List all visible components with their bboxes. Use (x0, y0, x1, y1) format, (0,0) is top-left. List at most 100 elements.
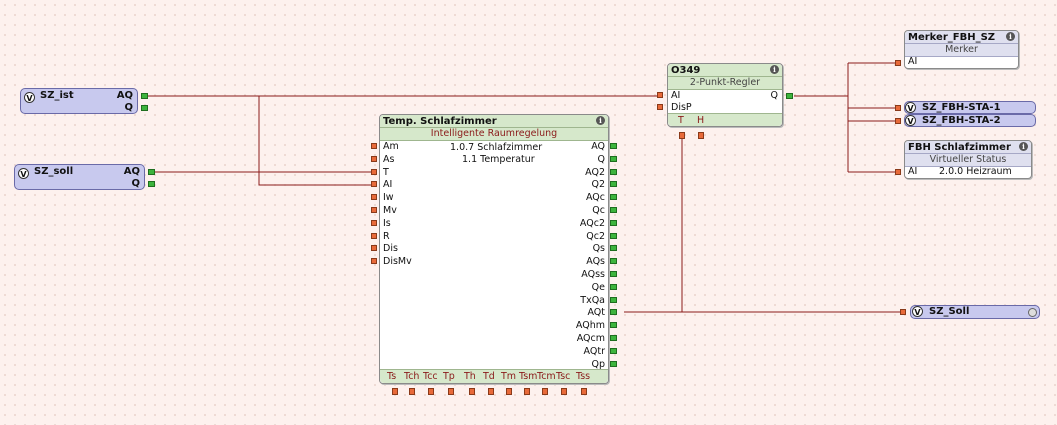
bottom-label: Th (464, 371, 476, 382)
input-label: R (383, 230, 390, 242)
output-label: TxQa (580, 294, 605, 306)
input-pin[interactable] (371, 219, 377, 226)
output-label: Qc (592, 205, 605, 216)
connector-label: SZ_FBH-STA-1 (922, 102, 1001, 113)
output-label: Qe (591, 281, 605, 293)
bottom-pin[interactable] (428, 388, 434, 395)
input-pin-disp[interactable] (657, 104, 663, 110)
output-pin[interactable] (610, 219, 617, 226)
output-pin[interactable] (610, 181, 617, 188)
input-pin[interactable] (900, 309, 906, 315)
input-pin[interactable] (371, 168, 377, 175)
block-merker[interactable]: Merker_FBH_SZ i Merker AI (904, 30, 1019, 69)
output-pin[interactable] (610, 232, 617, 239)
output-pin[interactable] (610, 335, 617, 341)
output-pin[interactable] (610, 207, 617, 213)
output-label: AQ2 (585, 166, 605, 178)
input-label-ai: AI (908, 166, 918, 177)
block-title: Temp. Schlafzimmer (380, 115, 608, 128)
input-pin[interactable] (371, 207, 377, 213)
connector-sta-1[interactable]: V SZ_FBH-STA-1 (904, 101, 1036, 114)
connector-sz-soll[interactable]: V SZ_soll AQ Q (14, 164, 145, 190)
input-pin-ai[interactable] (895, 169, 901, 175)
connector-label: SZ_FBH-STA-2 (922, 115, 1001, 126)
connector-sz-soll-out[interactable]: V SZ_Soll (910, 305, 1040, 319)
block-title: O349 (668, 64, 782, 77)
connector-label: SZ_Soll (929, 306, 970, 317)
input-pin[interactable] (371, 155, 377, 162)
bottom-label: Tcc (423, 371, 438, 382)
input-label: As (383, 153, 395, 165)
input-pin[interactable] (895, 118, 901, 124)
output-pin[interactable] (610, 347, 617, 354)
output-pin[interactable] (610, 168, 617, 175)
bottom-pin-h[interactable] (698, 132, 704, 139)
output-label-q: Q (124, 102, 133, 113)
output-pin-aq[interactable] (141, 93, 148, 99)
bottom-label: Tch (404, 371, 420, 382)
bottom-label: Tcm (537, 371, 556, 382)
input-label: Is (383, 217, 391, 229)
bottom-pin[interactable] (524, 388, 530, 395)
output-pin-q[interactable] (786, 93, 793, 99)
block-fbh-schlafzimmer[interactable]: FBH Schlafzimmer i Virtueller Status AI … (904, 140, 1032, 179)
input-label: DisMv (383, 256, 412, 268)
block-line-2: 1.1 Temperatur (462, 154, 535, 165)
input-pin[interactable] (371, 143, 377, 149)
block-temp-schlafzimmer[interactable]: Temp. Schlafzimmer i Intelligente Raumre… (379, 114, 609, 384)
output-pin[interactable] (610, 258, 617, 265)
input-pin[interactable] (371, 194, 377, 201)
output-label-aq: AQ (123, 166, 140, 177)
v-badge: V (905, 115, 916, 126)
bottom-pin[interactable] (392, 388, 398, 395)
output-pin[interactable] (610, 143, 617, 149)
input-pin-ai[interactable] (657, 92, 663, 98)
bottom-pin[interactable] (448, 388, 454, 395)
block-2-punkt-regler[interactable]: O349 i 2-Punkt-Regler AI DisP Q T H (667, 63, 783, 127)
bottom-label: Td (483, 371, 495, 382)
output-pin-q[interactable] (148, 181, 155, 187)
output-pin-q[interactable] (141, 105, 148, 111)
output-pin[interactable] (610, 283, 617, 290)
output-label: Qc2 (586, 230, 605, 242)
bottom-pin[interactable] (542, 388, 548, 395)
bottom-pin[interactable] (561, 388, 567, 395)
connector-label: SZ_ist (40, 90, 74, 101)
input-pin[interactable] (371, 258, 377, 265)
input-label: T (383, 166, 389, 178)
block-subtitle: Intelligente Raumregelung (380, 128, 608, 141)
info-icon[interactable]: i (770, 65, 779, 74)
output-label: Qs (592, 243, 605, 255)
info-icon[interactable]: i (1019, 142, 1028, 151)
connector-sz-ist[interactable]: V SZ_ist AQ Q (20, 88, 138, 114)
info-icon[interactable]: i (596, 116, 605, 125)
bottom-pin[interactable] (469, 388, 475, 395)
input-pin-ai[interactable] (895, 60, 901, 66)
output-label-q: Q (131, 178, 140, 189)
bottom-pin-t[interactable] (679, 132, 685, 139)
output-pin[interactable] (610, 271, 617, 277)
output-pin[interactable] (610, 296, 617, 303)
input-pin[interactable] (371, 245, 377, 252)
output-pin[interactable] (610, 360, 617, 367)
output-pin[interactable] (610, 155, 617, 162)
info-icon[interactable]: i (1006, 32, 1015, 41)
output-pin[interactable] (610, 194, 617, 201)
bottom-label: Tsc (556, 371, 571, 382)
input-pin[interactable] (895, 105, 901, 111)
connector-sta-2[interactable]: V SZ_FBH-STA-2 (904, 114, 1036, 127)
output-label-aq: AQ (116, 90, 133, 101)
block-subtitle: 2-Punkt-Regler (668, 77, 782, 90)
bottom-pin[interactable] (488, 388, 494, 395)
block-footer (668, 113, 782, 126)
bottom-pin[interactable] (506, 388, 512, 395)
input-pin[interactable] (371, 181, 377, 188)
output-pin-aq[interactable] (148, 169, 155, 175)
knob-icon[interactable] (1028, 308, 1037, 317)
bottom-pin[interactable] (409, 388, 415, 395)
output-pin[interactable] (610, 309, 617, 316)
bottom-pin[interactable] (581, 388, 587, 395)
output-pin[interactable] (610, 322, 617, 329)
input-pin[interactable] (371, 232, 377, 239)
output-pin[interactable] (610, 245, 617, 252)
